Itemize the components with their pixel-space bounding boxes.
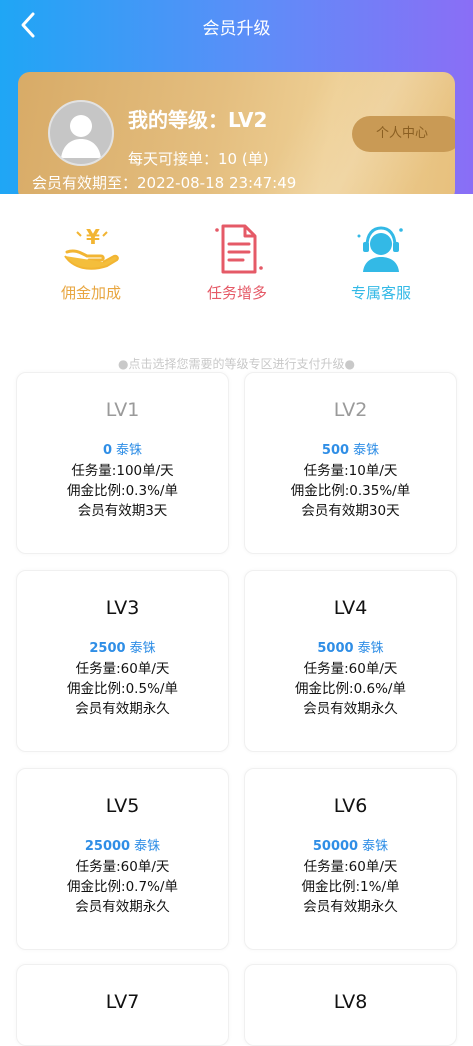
price-currency: 泰铢 [134,839,161,854]
price-currency: 泰铢 [362,839,389,854]
feature-label: 任务增多 [206,284,267,302]
level-name: LV3 [105,597,140,619]
price-amount: 500 [321,443,350,458]
task-quota: 任务量:10单/天 [303,463,398,479]
level-name: LV4 [333,597,368,619]
price-amount: 5000 [317,641,354,656]
level-name: LV6 [333,795,368,817]
level-name: LV1 [105,399,140,421]
task-quota: 任务量:100单/天 [71,463,174,479]
level-name: LV2 [333,399,368,421]
feature-label: 专属客服 [350,284,411,302]
membership-expiry: 会员有效期至：2022-08-18 23:47:49 [32,174,297,192]
main-content: ¥ 佣金加成 任务增多 专属客服 ●点击选择您需要的等级专区进行支付升级● LV… [0,194,473,1046]
level-card-lv2[interactable]: LV2 500 泰铢 任务量:10单/天 佣金比例:0.35%/单 会员有效期30… [244,372,457,554]
validity-period: 会员有效期3天 [77,503,168,519]
level-price: 2500 泰铢 [17,637,228,656]
user-avatar-icon [61,115,101,158]
level-price: 50000 泰铢 [245,835,456,854]
task-quota: 任务量:60单/天 [75,661,170,677]
page-title: 会员升级 [202,19,271,39]
avatar [48,100,114,166]
price-currency: 泰铢 [353,443,380,458]
task-quota: 任务量:60单/天 [303,661,398,677]
level-price: 0 泰铢 [17,439,228,458]
price-currency: 泰铢 [357,641,384,656]
commission-rate: 佣金比例:0.7%/单 [67,879,178,895]
validity-period: 会员有效期永久 [75,701,170,717]
price-currency: 泰铢 [116,443,143,458]
validity-period: 会员有效期永久 [303,899,398,915]
feature-customer-service: 专属客服 [326,222,436,303]
upgrade-hint: ●点击选择您需要的等级专区进行支付升级● [118,357,355,371]
level-price: 500 泰铢 [245,439,456,458]
commission-rate: 佣金比例:0.6%/单 [295,681,406,697]
level-card-lv1[interactable]: LV1 0 泰铢 任务量:100单/天 佣金比例:0.3%/单 会员有效期3天 [16,372,229,554]
level-price: 25000 泰铢 [17,835,228,854]
level-price: 5000 泰铢 [245,637,456,656]
level-card-lv7[interactable]: LV7 [16,964,229,1046]
price-currency: 泰铢 [129,641,156,656]
price-amount: 0 [102,443,113,458]
document-icon [215,224,263,274]
feature-commission: ¥ 佣金加成 [36,222,146,303]
hand-money-icon: ¥ [64,225,119,270]
level-name: LV7 [105,991,140,1013]
level-card-lv6[interactable]: LV6 50000 泰铢 任务量:60单/天 佣金比例:1%/单 会员有效期永久 [244,768,457,950]
level-card-lv8[interactable]: LV8 [244,964,457,1046]
top-bar: 会员升级 [0,0,473,50]
validity-period: 会员有效期30天 [301,503,400,519]
daily-orders: 每天可接单：10 (单) [128,150,269,168]
level-card-lv4[interactable]: LV4 5000 泰铢 任务量:60单/天 佣金比例:0.6%/单 会员有效期永久 [244,570,457,752]
task-quota: 任务量:60单/天 [303,859,398,875]
price-amount: 2500 [89,641,126,656]
level-name: LV5 [105,795,140,817]
price-amount: 25000 [84,839,131,854]
commission-rate: 佣金比例:1%/单 [301,879,400,895]
svg-text:¥: ¥ [86,225,100,249]
my-level: 我的等级：LV2 [128,108,268,132]
commission-rate: 佣金比例:0.3%/单 [67,483,178,499]
feature-more-tasks: 任务增多 [182,222,292,303]
price-amount: 50000 [312,839,359,854]
task-quota: 任务量:60单/天 [75,859,170,875]
validity-period: 会员有效期永久 [75,899,170,915]
commission-rate: 佣金比例:0.35%/单 [290,483,411,499]
level-card-lv5[interactable]: LV5 25000 泰铢 任务量:60单/天 佣金比例:0.7%/单 会员有效期永… [16,768,229,950]
validity-period: 会员有效期永久 [303,701,398,717]
support-agent-icon [357,226,403,272]
member-card: 我的等级：LV2 每天可接单：10 (单) 会员有效期至：2022-08-18 … [18,72,455,202]
level-name: LV8 [333,991,368,1013]
feature-label: 佣金加成 [60,284,121,302]
personal-center-button[interactable]: 个人中心 [352,116,455,152]
commission-rate: 佣金比例:0.5%/单 [67,681,178,697]
level-card-lv3[interactable]: LV3 2500 泰铢 任务量:60单/天 佣金比例:0.5%/单 会员有效期永久 [16,570,229,752]
